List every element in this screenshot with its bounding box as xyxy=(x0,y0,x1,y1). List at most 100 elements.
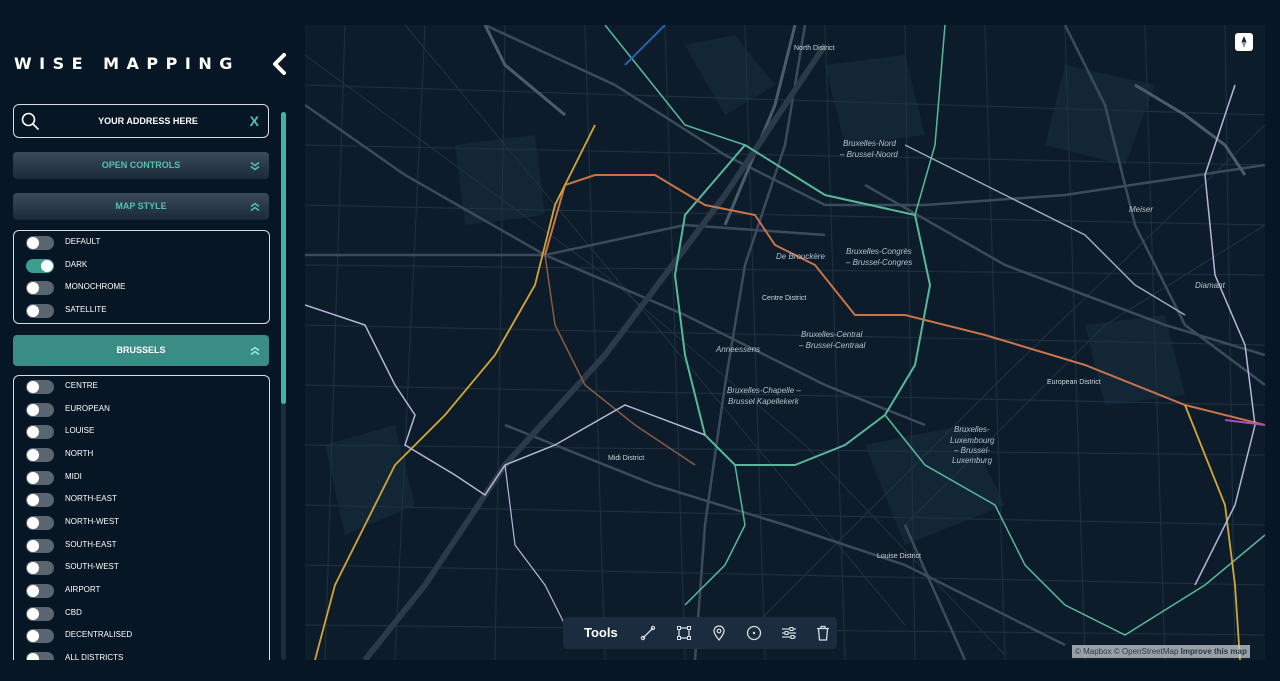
toggle-switch[interactable] xyxy=(26,425,54,439)
toggle-switch[interactable] xyxy=(26,281,54,295)
option-label: CENTRE xyxy=(65,381,98,390)
app: WISE MAPPING X OPEN CONTROLS MAP STYLE xyxy=(0,0,1280,681)
district-option-european[interactable]: EUROPEAN xyxy=(14,400,269,420)
toggle-switch[interactable] xyxy=(26,259,54,273)
draw-line-tool[interactable] xyxy=(639,624,657,642)
chevron-left-icon xyxy=(273,53,286,75)
toggle-switch[interactable] xyxy=(26,236,54,250)
toggle-switch[interactable] xyxy=(26,539,54,553)
map-label-bruxelles-nord: Bruxelles-Nord xyxy=(843,139,896,148)
map-label-bruxelles-luxembourg-2: Luxembourg xyxy=(950,436,995,445)
map-label-anneessens: Anneessens xyxy=(716,345,761,354)
toggle-switch[interactable] xyxy=(26,448,54,462)
map-label-louise-district: Louise District xyxy=(877,553,921,560)
option-label: EUROPEAN xyxy=(65,404,110,413)
map-label-bruxelles-luxembourg-4: Luxemburg xyxy=(952,456,993,465)
district-option-decentralised[interactable]: DECENTRALISED xyxy=(14,626,269,646)
option-label: MIDI xyxy=(65,472,82,481)
option-label: NORTH-EAST xyxy=(65,494,117,503)
map-label-de-brouckere: De Brouckère xyxy=(776,252,825,261)
sidebar: WISE MAPPING X OPEN CONTROLS MAP STYLE xyxy=(0,0,300,681)
map-style-button[interactable]: MAP STYLE xyxy=(13,193,269,220)
trash-icon xyxy=(817,625,829,641)
scrollbar-thumb[interactable] xyxy=(281,112,286,404)
brussels-region-button[interactable]: BRUSSELS xyxy=(13,335,269,366)
tools-bar: Tools xyxy=(563,617,837,649)
map-style-option-default[interactable]: DEFAULT xyxy=(14,233,269,253)
double-chevron-up-icon xyxy=(249,335,261,366)
reset-north-button[interactable] xyxy=(1235,33,1253,51)
toggle-switch[interactable] xyxy=(26,561,54,575)
district-option-midi[interactable]: MIDI xyxy=(14,468,269,488)
map-attribution: © Mapbox © OpenStreetMap Improve this ma… xyxy=(1072,645,1250,658)
district-option-cbd[interactable]: CBD xyxy=(14,604,269,624)
open-controls-button[interactable]: OPEN CONTROLS xyxy=(13,152,269,179)
filters-icon xyxy=(782,627,796,639)
collapse-sidebar-button[interactable] xyxy=(270,52,290,76)
draw-circle-tool[interactable] xyxy=(745,624,763,642)
district-option-airport[interactable]: AIRPORT xyxy=(14,581,269,601)
toggle-switch[interactable] xyxy=(26,380,54,394)
toggle-switch[interactable] xyxy=(26,516,54,530)
district-option-louise[interactable]: LOUISE xyxy=(14,422,269,442)
toggle-switch[interactable] xyxy=(26,493,54,507)
option-label: AIRPORT xyxy=(65,585,101,594)
option-label: CBD xyxy=(65,608,82,617)
polygon-icon xyxy=(677,626,691,640)
open-controls-label: OPEN CONTROLS xyxy=(101,160,181,170)
map-label-north-district: North District xyxy=(794,45,835,52)
search-icon xyxy=(21,112,39,130)
delete-tool[interactable] xyxy=(814,624,832,642)
mapbox-link[interactable]: © Mapbox xyxy=(1075,647,1112,656)
map-style-option-monochrome[interactable]: MONOCHROME xyxy=(14,278,269,298)
search-box: X xyxy=(13,104,269,138)
double-chevron-down-icon xyxy=(249,152,261,179)
district-option-south-west[interactable]: SOUTH-WEST xyxy=(14,558,269,578)
map-label-brussel-congres: – Brussel-Congres xyxy=(846,258,913,267)
toggle-switch[interactable] xyxy=(26,403,54,417)
district-option-centre[interactable]: CENTRE xyxy=(14,377,269,397)
option-label: LOUISE xyxy=(65,426,95,435)
toggle-switch[interactable] xyxy=(26,607,54,621)
sidebar-scrollbar[interactable] xyxy=(281,112,286,660)
openstreetmap-link[interactable]: © OpenStreetMap xyxy=(1114,647,1179,656)
clear-search-button[interactable]: X xyxy=(250,113,259,129)
map-label-bruxelles-luxembourg-3: – Brussel- xyxy=(954,446,991,455)
option-label: NORTH-WEST xyxy=(65,517,120,526)
district-option-north[interactable]: NORTH xyxy=(14,445,269,465)
map-style-list: DEFAULT DARK MONOCHROME SATELLITE xyxy=(13,230,270,324)
map-style-option-dark[interactable]: DARK xyxy=(14,256,269,276)
brand-title: WISE MAPPING xyxy=(14,54,240,73)
district-option-north-west[interactable]: NORTH-WEST xyxy=(14,513,269,533)
toggle-switch[interactable] xyxy=(26,471,54,485)
double-chevron-up-icon xyxy=(249,193,261,220)
map-label-brussel-centraal: – Brussel-Centraal xyxy=(799,341,866,350)
draw-polygon-tool[interactable] xyxy=(675,624,693,642)
map-label-brussel-noord: – Brussel-Noord xyxy=(840,150,898,159)
option-label: NORTH xyxy=(65,449,94,458)
filters-tool[interactable] xyxy=(780,624,798,642)
map-label-diamant: Diamant xyxy=(1195,281,1225,290)
option-label: SOUTH-WEST xyxy=(65,562,119,571)
map-label-meiser: Meiser xyxy=(1129,205,1154,214)
compass-icon xyxy=(1241,36,1247,48)
map-canvas[interactable]: North District Bruxelles-Nord – Brussel-… xyxy=(305,25,1265,660)
map-label-european-district: European District xyxy=(1047,379,1101,386)
line-icon xyxy=(640,625,656,641)
map-roads xyxy=(305,25,1265,660)
toggle-switch[interactable] xyxy=(26,629,54,643)
district-option-north-east[interactable]: NORTH-EAST xyxy=(14,490,269,510)
map-label-brussel-kapellekerk: Brussel Kapellekerk xyxy=(728,397,799,406)
improve-map-link[interactable]: Improve this map xyxy=(1181,647,1247,656)
draw-marker-tool[interactable] xyxy=(710,624,728,642)
map-style-option-satellite[interactable]: SATELLITE xyxy=(14,301,269,321)
district-option-south-east[interactable]: SOUTH-EAST xyxy=(14,536,269,556)
toggle-switch[interactable] xyxy=(26,304,54,318)
district-list: CENTRE EUROPEAN LOUISE NORTH MIDI NORTH-… xyxy=(13,375,270,681)
option-label: MONOCHROME xyxy=(65,282,126,291)
toggle-switch[interactable] xyxy=(26,584,54,598)
search-input[interactable] xyxy=(50,111,246,131)
map-label-bruxelles-luxembourg-1: Bruxelles- xyxy=(954,425,990,434)
circle-icon xyxy=(746,625,762,641)
option-label: SOUTH-EAST xyxy=(65,540,117,549)
